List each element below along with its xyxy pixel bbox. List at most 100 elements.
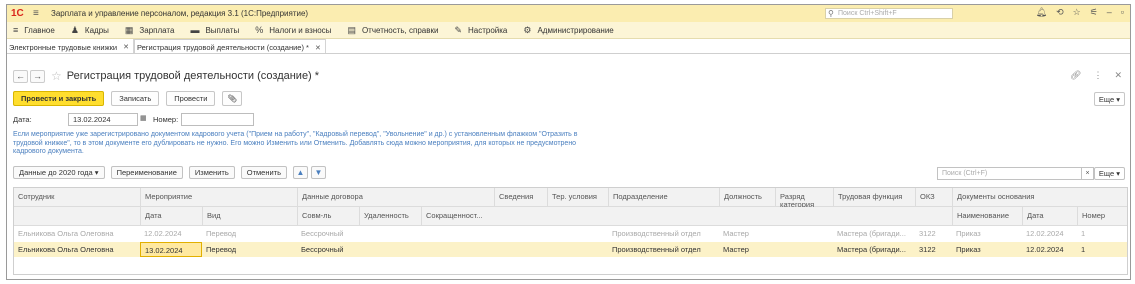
section-label: Главное	[24, 25, 55, 35]
gear-icon: ⚙	[523, 24, 532, 35]
percent-icon: %	[255, 25, 264, 35]
form-toolbar: Провести и закрыть Записать Провести 📎︎	[13, 91, 249, 106]
form-header-icons: 🔗︎ ⋮ ✕	[1070, 70, 1122, 81]
favorite-star-icon[interactable]: ☆	[51, 69, 62, 83]
col-doc-date[interactable]: Дата	[1022, 207, 1077, 226]
money-icon: ▬	[190, 25, 200, 35]
section-hr[interactable]: ♟ Кадры	[71, 25, 109, 36]
post-and-close-button[interactable]: Провести и закрыть	[13, 91, 105, 106]
cancel-event-button[interactable]: Отменить	[240, 166, 288, 179]
grid-search-input[interactable]: Поиск (Ctrl+F)	[937, 167, 1084, 180]
more-label: Еще	[1098, 169, 1115, 178]
post-button[interactable]: Провести	[166, 91, 216, 106]
tab-registration[interactable]: Регистрация трудовой деятельности (созда…	[133, 39, 326, 53]
grid-toolbar: Данные до 2020 года ▾ Переименование Изм…	[13, 166, 329, 179]
cell-function: Мастера (бригади...	[837, 229, 906, 238]
move-up-icon[interactable]: ▲	[293, 166, 309, 179]
close-icon[interactable]: ✕	[315, 44, 321, 52]
section-label: Отчетность, справки	[361, 25, 439, 35]
cell-okz: 3122	[919, 229, 936, 238]
col-reduced[interactable]: Сокращенност...	[421, 207, 494, 226]
cell-doc-num: 1	[1081, 229, 1086, 238]
cell-date: 12.02.2024	[144, 229, 182, 238]
close-icon[interactable]: ✕	[123, 43, 129, 51]
section-label: Кадры	[84, 25, 109, 35]
calendar-icon[interactable]: ▦	[140, 114, 149, 125]
col-combo[interactable]: Совм-ль	[297, 207, 359, 226]
calc-icon: ▦	[124, 24, 134, 35]
cell-position: Мастер	[723, 245, 749, 254]
tab-etk[interactable]: Электронные трудовые книжки ✕	[7, 39, 134, 53]
section-settings[interactable]: ✎ Настройка	[454, 25, 507, 36]
cell-okz: 3122	[919, 245, 936, 254]
col-contract[interactable]: Данные договора	[297, 188, 494, 207]
link-icon[interactable]: 🔗︎	[1070, 70, 1081, 81]
section-salary[interactable]: ▦ Зарплата	[125, 25, 175, 36]
cell-kind: Перевод	[206, 245, 237, 254]
move-down-icon[interactable]: ▼	[311, 166, 327, 179]
cell-position: Мастер	[723, 229, 749, 238]
menu-icon: ≡	[13, 25, 19, 35]
save-button[interactable]: Записать	[111, 91, 160, 106]
section-payments[interactable]: ▬ Выплаты	[190, 25, 239, 35]
events-table[interactable]: Сотрудник Мероприятие Данные договора Св…	[13, 187, 1128, 275]
cell-doc-num: 1	[1081, 245, 1086, 254]
table-header-row-1: Сотрудник Мероприятие Данные договора Св…	[14, 188, 1127, 225]
col-event[interactable]: Мероприятие	[140, 188, 297, 207]
attach-button[interactable]: 📎︎	[222, 91, 242, 106]
col-event-kind[interactable]: Вид	[202, 207, 297, 226]
cell-employee: Ельникова Ольга Олеговна	[18, 245, 114, 254]
section-admin[interactable]: ⚙ Администрирование	[523, 25, 613, 36]
titlebar-icons: 🔔︎ ⟲ ☆ ⚟ – ▫	[1036, 7, 1124, 18]
kebab-menu-icon[interactable]: ⋮	[1093, 70, 1102, 81]
cell-doc-date: 12.02.2024	[1026, 245, 1064, 254]
before-2020-button[interactable]: Данные до 2020 года ▾	[13, 166, 105, 179]
grid-more-button[interactable]: Еще ▾	[1093, 167, 1125, 180]
global-search-input[interactable]: ⚲ Поиск Ctrl+Shift+F	[825, 8, 953, 19]
main-menu-icon[interactable]: ≡	[33, 8, 43, 19]
back-arrow-icon[interactable]: ←	[13, 69, 28, 83]
col-docs[interactable]: Документы основания	[952, 188, 1127, 207]
page-title: Регистрация трудовой деятельности (созда…	[66, 70, 320, 82]
global-search-placeholder: Поиск Ctrl+Shift+F	[838, 10, 897, 17]
section-label: Администрирование	[537, 25, 614, 35]
change-button[interactable]: Изменить	[188, 166, 235, 179]
cell-date-active[interactable]: 13.02.2024	[140, 242, 202, 257]
favorites-icon[interactable]: ☆	[1073, 7, 1081, 18]
close-form-icon[interactable]: ✕	[1114, 70, 1122, 81]
form-header: ← → ☆ Регистрация трудовой деятельности …	[13, 69, 319, 83]
forward-arrow-icon[interactable]: →	[30, 69, 45, 83]
number-field[interactable]	[181, 113, 255, 126]
history-icon[interactable]: ⟲	[1056, 7, 1064, 18]
cell-employee: Ельникова Ольга Олеговна	[18, 229, 114, 238]
cell-doc-name: Приказ	[956, 245, 981, 254]
col-doc-num[interactable]: Номер	[1077, 207, 1127, 226]
date-field[interactable]: 13.02.2024	[68, 113, 138, 126]
title-bar: 1С ≡ Зарплата и управление персоналом, р…	[7, 5, 1130, 22]
form-more-button[interactable]: Еще ▾	[1093, 92, 1125, 106]
settings-menu-icon[interactable]: ⚟	[1090, 7, 1098, 18]
sections-panel: ≡ Главное ♟ Кадры ▦ Зарплата ▬ Выплаты % Нало…	[7, 22, 1130, 39]
table-header-row-2: Дата Вид Совм-ль Удаленность Сокращеннос…	[14, 207, 1127, 226]
tab-label: Электронные трудовые книжки	[9, 42, 118, 52]
minimize-icon[interactable]: –	[1107, 7, 1112, 18]
report-icon: ▤	[347, 24, 356, 35]
clear-search-icon[interactable]: ×	[1081, 167, 1094, 180]
bell-icon[interactable]: 🔔︎	[1036, 7, 1047, 18]
table-row[interactable]: Ельникова Ольга Олеговна 12.02.2024 Пере…	[14, 226, 1127, 241]
date-row: Дата: 13.02.2024 ▦ Номер:	[13, 113, 255, 126]
restore-icon[interactable]: ▫	[1121, 7, 1124, 18]
section-main[interactable]: ≡ Главное	[13, 25, 55, 35]
cell-doc-name: Приказ	[956, 229, 981, 238]
more-label: Еще	[1098, 94, 1115, 104]
table-row-selected[interactable]: Ельникова Ольга Олеговна 13.02.2024 Пере…	[14, 242, 1127, 257]
cell-dept: Производственный отдел	[612, 229, 701, 238]
col-doc-name[interactable]: Наименование	[952, 207, 1022, 226]
col-event-date[interactable]: Дата	[140, 207, 202, 226]
section-reports[interactable]: ▤ Отчетность, справки	[347, 25, 438, 36]
section-taxes[interactable]: % Налоги и взносы	[255, 25, 331, 35]
rename-button[interactable]: Переименование	[110, 166, 183, 179]
app-window: 1С ≡ Зарплата и управление персоналом, р…	[6, 4, 1131, 280]
cell-dept: Производственный отдел	[612, 245, 701, 254]
col-remote[interactable]: Удаленность	[359, 207, 421, 226]
